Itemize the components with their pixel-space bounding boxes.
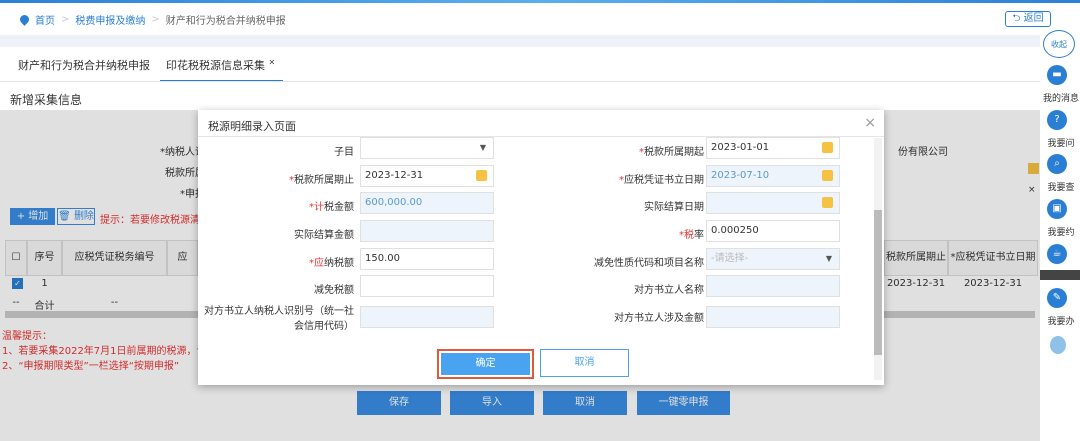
tax-reduction-input[interactable]: [360, 275, 494, 297]
sidebar-item-appointment[interactable]: 我要约: [1042, 225, 1080, 238]
subitem-select[interactable]: ▼: [360, 137, 494, 159]
taxable-amount-input[interactable]: 600,000.00: [360, 192, 494, 214]
cup-icon[interactable]: ☕: [1047, 244, 1067, 264]
section-title: 新增采集信息: [10, 93, 83, 107]
tab-stamp-tax-collection[interactable]: 印花税税源信息采集 ×: [160, 57, 284, 82]
breadcrumb-current: 财产和行为税合并纳税申报: [165, 16, 286, 27]
breadcrumb-home[interactable]: 首页: [35, 12, 55, 27]
confirm-button-highlight: 确定: [437, 349, 534, 379]
counterparty-name-input[interactable]: [706, 275, 840, 297]
collapse-button[interactable]: 收起: [1043, 30, 1075, 58]
field-label-taxable-amount: *计税金额: [309, 202, 354, 213]
tab-divider: [0, 81, 1040, 82]
header-band: [0, 35, 1040, 47]
calendar-icon[interactable]: [822, 170, 833, 181]
location-icon: [18, 13, 31, 26]
back-label: 返回: [1023, 13, 1044, 24]
counterparty-id-input[interactable]: [360, 306, 494, 328]
sidebar-item-handle[interactable]: 我要办: [1042, 314, 1080, 327]
field-label-period-end: *税款所属期止: [289, 175, 354, 186]
field-label-sign-date: *应税凭证书立日期: [619, 175, 704, 186]
top-accent-bar: [0, 0, 1080, 3]
calendar-icon[interactable]: [476, 170, 487, 181]
breadcrumb-level2[interactable]: 税费申报及缴纳: [75, 12, 145, 27]
sidebar-item-query[interactable]: 我要查: [1042, 180, 1080, 193]
modal-title: 税源明细录入页面: [208, 120, 296, 133]
confirm-button[interactable]: 确定: [441, 353, 530, 375]
breadcrumb-separator: >: [61, 14, 70, 25]
field-label-period-start: *税款所属期起: [639, 147, 704, 158]
breadcrumb: 首页 > 税费申报及缴纳 > 财产和行为税合并纳税申报: [18, 12, 286, 27]
field-label-actual-settlement-amount: 实际结算金额: [294, 230, 354, 241]
field-label-counterparty-id: 对方书立人纳税人识别号（统一社会信用代码）: [204, 306, 354, 332]
calendar-icon[interactable]: [822, 142, 833, 153]
reduction-code-select[interactable]: -请选择- ▼: [706, 248, 840, 270]
sidebar-item-ask[interactable]: 我要问: [1042, 136, 1080, 149]
field-label-settlement-date: 实际结算日期: [644, 202, 704, 213]
period-start-input[interactable]: 2023-01-01: [706, 137, 840, 159]
input-method-bar: [1040, 270, 1080, 280]
field-label-tax-rate: *税率: [679, 230, 704, 241]
field-label-tax-payable: *应纳税额: [309, 258, 354, 269]
calendar-icon[interactable]: ▣: [1047, 199, 1067, 219]
field-label-reduction-code: 减免性质代码和项目名称: [594, 258, 704, 269]
tab-label: 印花税税源信息采集: [166, 59, 265, 72]
tax-source-detail-modal: 税源明细录入页面 × 子目 ▼ *税款所属期止 2023-12-31 *计税金额…: [198, 110, 884, 385]
question-icon[interactable]: ?: [1047, 110, 1067, 130]
sign-date-input[interactable]: 2023-07-10: [706, 165, 840, 187]
field-label-counterparty-name: 对方书立人名称: [634, 285, 704, 296]
chevron-down-icon: ▼: [479, 143, 486, 152]
message-icon[interactable]: ▬: [1047, 65, 1067, 85]
breadcrumb-separator: >: [151, 14, 160, 25]
robot-assistant-icon[interactable]: [1050, 336, 1066, 354]
close-icon[interactable]: ×: [864, 115, 876, 131]
chevron-down-icon: ▼: [825, 254, 832, 263]
back-button[interactable]: ⮌ 返回: [1005, 11, 1051, 27]
right-toolbar: 收起 ▬ 我的消息 ? 我要问 ⌕ 我要查 ▣ 我要约 ☕ ✎ 我要办: [1040, 28, 1080, 441]
period-end-input[interactable]: 2023-12-31: [360, 165, 494, 187]
tax-payable-input[interactable]: 150.00: [360, 248, 494, 270]
field-label-counterparty-amount: 对方书立人涉及金额: [614, 313, 704, 324]
edit-icon[interactable]: ✎: [1047, 288, 1067, 308]
tab-combined-declaration[interactable]: 财产和行为税合并纳税申报: [18, 57, 150, 73]
modal-cancel-button[interactable]: 取消: [540, 349, 629, 377]
field-label-tax-reduction: 减免税额: [314, 285, 354, 296]
modal-scrollbar-thumb[interactable]: [874, 210, 882, 355]
tab-close-icon[interactable]: ×: [269, 57, 276, 66]
settlement-date-input[interactable]: [706, 192, 840, 214]
tax-rate-input[interactable]: 0.000250: [706, 220, 840, 242]
field-label-subitem: 子目: [334, 147, 354, 158]
search-icon[interactable]: ⌕: [1047, 154, 1067, 174]
counterparty-amount-input[interactable]: [706, 306, 840, 328]
actual-settlement-amount-input[interactable]: [360, 220, 494, 242]
sidebar-item-messages[interactable]: 我的消息: [1042, 91, 1080, 104]
calendar-icon[interactable]: [822, 197, 833, 208]
